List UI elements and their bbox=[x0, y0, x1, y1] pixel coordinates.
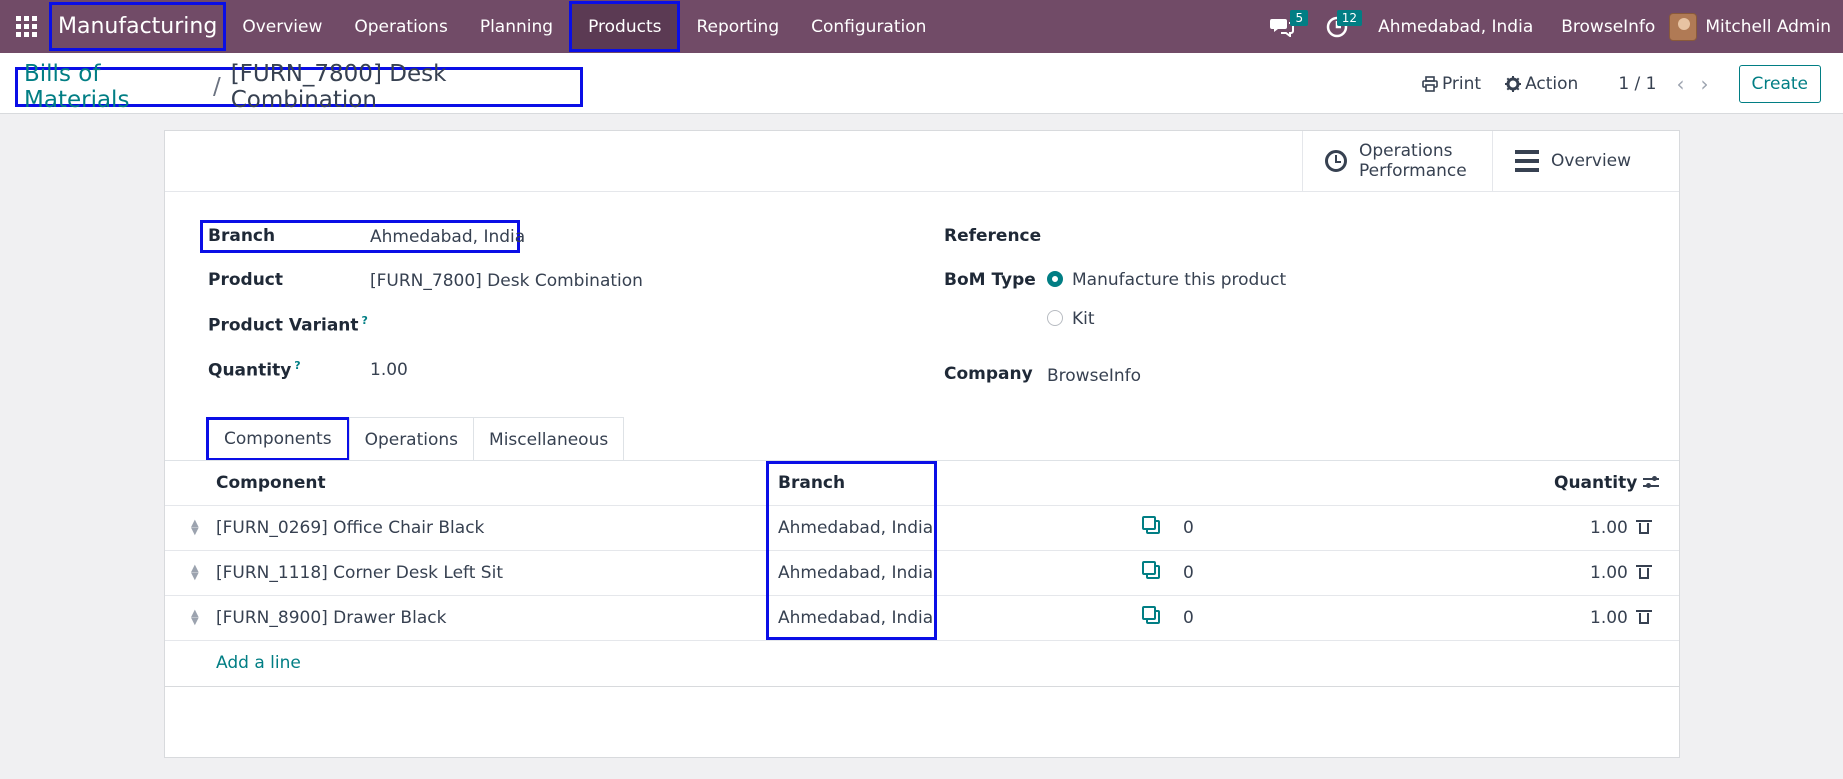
table-row[interactable]: ▲ ▼ [FURN_1118] Corner Desk Left Sit Ahme… bbox=[165, 551, 1679, 596]
reference-label: Reference bbox=[944, 226, 1042, 246]
app-brand[interactable]: Manufacturing bbox=[49, 2, 227, 51]
branch-field[interactable]: Ahmedabad, India bbox=[370, 227, 525, 247]
menu-reporting[interactable]: Reporting bbox=[680, 0, 795, 53]
add-line-row: Add a line bbox=[165, 641, 1679, 686]
user-avatar[interactable] bbox=[1669, 12, 1698, 41]
quantity-field[interactable]: 1.00 bbox=[370, 360, 408, 380]
column-header-component[interactable]: Component bbox=[216, 473, 326, 493]
print-label: Print bbox=[1441, 73, 1482, 94]
table-row[interactable]: ▲ ▼ [FURN_0269] Office Chair Black Ahmeda… bbox=[165, 506, 1679, 551]
pager-next-icon[interactable]: › bbox=[1693, 72, 1717, 96]
control-panel: Bills of Materials / [FURN_7800] Desk Co… bbox=[0, 53, 1843, 114]
copy-icon[interactable] bbox=[1142, 606, 1160, 624]
optional-columns-icon[interactable] bbox=[1643, 475, 1659, 489]
company-label: Company bbox=[944, 364, 1033, 384]
operations-performance-line2: Performance bbox=[1359, 161, 1467, 181]
operations-performance-line1: Operations bbox=[1359, 141, 1453, 161]
company-switcher[interactable]: BrowseInfo bbox=[1547, 17, 1669, 37]
product-variant-field[interactable] bbox=[370, 315, 790, 335]
pager-value[interactable]: 1 / 1 bbox=[1590, 74, 1668, 94]
add-line-link[interactable]: Add a line bbox=[216, 653, 301, 673]
row-component[interactable]: [FURN_8900] Drawer Black bbox=[216, 608, 446, 628]
drag-handle-icon[interactable]: ▲ ▼ bbox=[191, 609, 199, 627]
pager-previous-icon[interactable]: ‹ bbox=[1669, 72, 1693, 96]
row-branch[interactable]: Ahmedabad, India bbox=[778, 518, 933, 538]
bom-type-manufacture-label[interactable]: Manufacture this product bbox=[1072, 270, 1286, 290]
branch-label: Branch bbox=[208, 226, 276, 246]
delete-row-icon[interactable] bbox=[1636, 610, 1652, 624]
bom-type-manufacture-radio[interactable] bbox=[1047, 271, 1063, 287]
top-navbar: Manufacturing Overview Operations Planni… bbox=[0, 0, 1843, 53]
product-label: Product bbox=[208, 270, 283, 290]
printer-icon bbox=[1422, 75, 1438, 92]
quantity-label: Quantity? bbox=[208, 359, 301, 381]
form-sheet: Operations Performance Overview Branch A… bbox=[164, 130, 1680, 758]
product-variant-label: Product Variant? bbox=[208, 314, 368, 336]
bom-type-kit-radio[interactable] bbox=[1047, 310, 1063, 326]
row-quantity[interactable]: 1.00 bbox=[1590, 608, 1628, 628]
company-field[interactable]: BrowseInfo bbox=[1047, 366, 1141, 386]
print-button[interactable]: Print bbox=[1410, 74, 1493, 94]
drag-handle-icon[interactable]: ▲ ▼ bbox=[191, 564, 199, 582]
row-quantity[interactable]: 1.00 bbox=[1590, 563, 1628, 583]
tab-operations[interactable]: Operations bbox=[348, 417, 475, 461]
bom-type-kit-label[interactable]: Kit bbox=[1072, 309, 1095, 329]
breadcrumb-current-record: [FURN_7800] Desk Combination bbox=[230, 61, 447, 113]
user-menu[interactable]: Mitchell Admin bbox=[1705, 17, 1843, 37]
breadcrumb-bills-of-materials[interactable]: Bills of Materials bbox=[24, 61, 203, 113]
row-component[interactable]: [FURN_0269] Office Chair Black bbox=[216, 518, 484, 538]
column-header-quantity[interactable]: Quantity bbox=[1554, 473, 1637, 493]
components-table: Component Branch Quantity ▲ ▼ [FURN_0269]… bbox=[165, 461, 1679, 687]
overview-label: Overview bbox=[1551, 151, 1632, 171]
smart-button-box: Operations Performance Overview bbox=[165, 131, 1679, 192]
row-count: 0 bbox=[1183, 563, 1194, 583]
row-count: 0 bbox=[1183, 608, 1194, 628]
gear-icon bbox=[1505, 75, 1522, 92]
messages-count-badge: 5 bbox=[1290, 10, 1309, 26]
messages-button[interactable]: 5 bbox=[1254, 0, 1310, 53]
operations-performance-button[interactable]: Operations Performance bbox=[1302, 131, 1492, 191]
column-header-branch[interactable]: Branch bbox=[778, 473, 845, 493]
copy-icon[interactable] bbox=[1142, 561, 1160, 579]
quantity-help-icon[interactable]: ? bbox=[294, 359, 300, 372]
menu-configuration[interactable]: Configuration bbox=[795, 0, 942, 53]
activities-button[interactable]: 12 bbox=[1310, 0, 1364, 53]
reference-field[interactable] bbox=[1047, 226, 1607, 246]
product-field[interactable]: [FURN_7800] Desk Combination bbox=[370, 271, 643, 291]
menu-overview[interactable]: Overview bbox=[226, 0, 338, 53]
row-branch[interactable]: Ahmedabad, India bbox=[778, 608, 933, 628]
bars-icon bbox=[1515, 150, 1539, 172]
drag-handle-icon[interactable]: ▲ ▼ bbox=[191, 519, 199, 537]
table-header: Component Branch Quantity bbox=[165, 461, 1679, 506]
action-button[interactable]: Action bbox=[1493, 74, 1590, 94]
copy-icon[interactable] bbox=[1142, 516, 1160, 534]
product-variant-help-icon[interactable]: ? bbox=[362, 314, 368, 327]
breadcrumb: Bills of Materials / [FURN_7800] Desk Co… bbox=[15, 61, 583, 113]
delete-row-icon[interactable] bbox=[1636, 520, 1652, 534]
table-row[interactable]: ▲ ▼ [FURN_8900] Drawer Black Ahmedabad, I… bbox=[165, 596, 1679, 641]
activities-count-badge: 12 bbox=[1336, 10, 1363, 26]
row-component[interactable]: [FURN_1118] Corner Desk Left Sit bbox=[216, 563, 503, 583]
notebook-tabs: Components Operations Miscellaneous bbox=[206, 417, 625, 463]
table-bottom-border bbox=[165, 686, 1679, 687]
row-count: 0 bbox=[1183, 518, 1194, 538]
breadcrumb-separator: / bbox=[212, 74, 221, 100]
apps-menu-icon[interactable] bbox=[0, 0, 53, 53]
menu-products[interactable]: Products bbox=[569, 1, 681, 52]
menu-planning[interactable]: Planning bbox=[464, 0, 569, 53]
clock-icon bbox=[1325, 150, 1347, 172]
row-branch[interactable]: Ahmedabad, India bbox=[778, 563, 933, 583]
overview-button[interactable]: Overview bbox=[1492, 131, 1681, 191]
branch-switcher[interactable]: Ahmedabad, India bbox=[1364, 17, 1547, 37]
create-button[interactable]: Create bbox=[1738, 64, 1821, 103]
tab-components[interactable]: Components bbox=[206, 417, 350, 461]
tab-miscellaneous[interactable]: Miscellaneous bbox=[473, 417, 625, 461]
action-label: Action bbox=[1525, 73, 1579, 94]
menu-operations[interactable]: Operations bbox=[338, 0, 463, 53]
delete-row-icon[interactable] bbox=[1636, 565, 1652, 579]
bom-type-label: BoM Type bbox=[944, 270, 1036, 290]
row-quantity[interactable]: 1.00 bbox=[1590, 518, 1628, 538]
